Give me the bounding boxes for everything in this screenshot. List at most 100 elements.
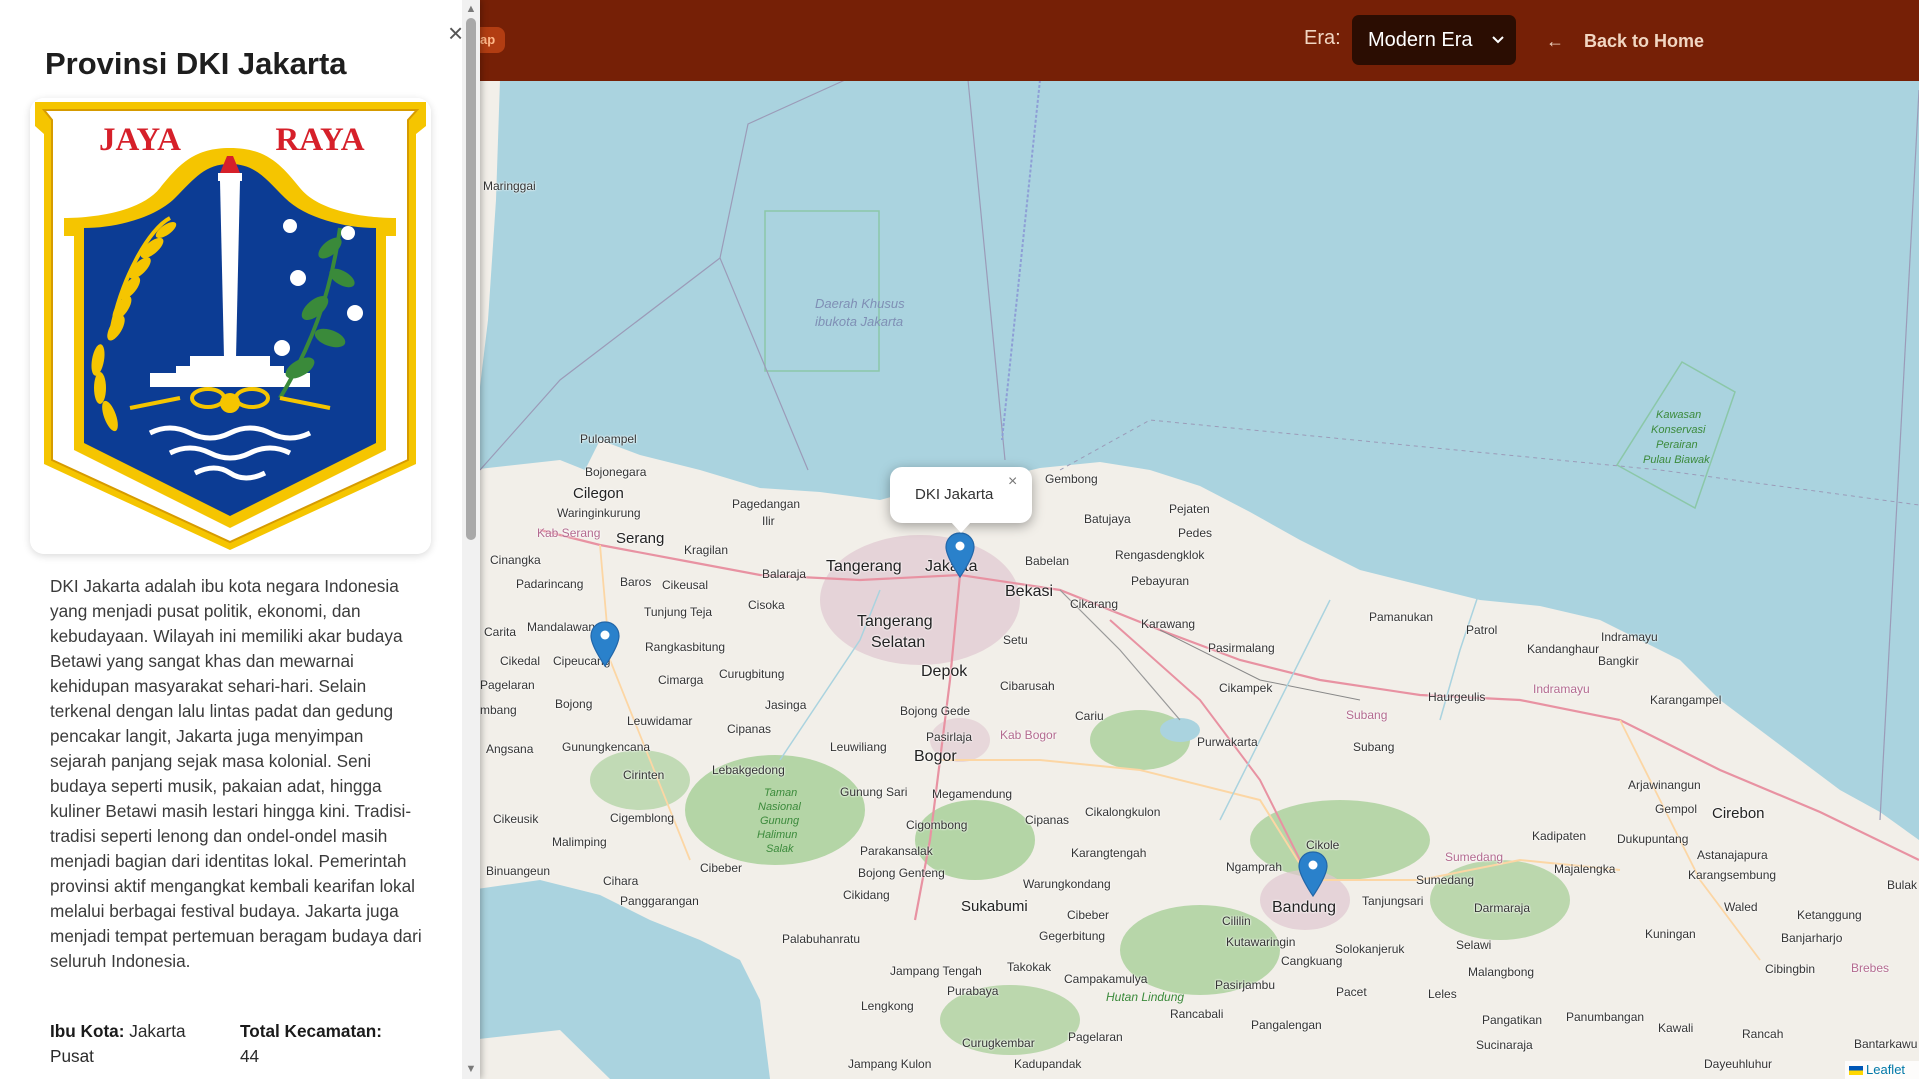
map-label: Lebakgedong	[712, 763, 785, 777]
map-label: Cikedal	[500, 654, 541, 668]
ukraine-flag-icon	[1849, 1066, 1863, 1076]
map-label: Purabaya	[947, 984, 999, 998]
map-label: Ketanggung	[1797, 908, 1862, 922]
map-label: Konservasi	[1651, 424, 1706, 436]
map-label: Solokanjeruk	[1335, 942, 1405, 956]
map-label: Leuwidamar	[627, 714, 693, 728]
map-label: Cikidang	[843, 888, 890, 902]
map-label: Padarincang	[516, 577, 584, 591]
attribution-link[interactable]: Leaflet	[1866, 1062, 1905, 1077]
map-marker[interactable]	[1297, 851, 1329, 897]
map-label: Kutawaringin	[1226, 935, 1296, 949]
map-label: Gunung	[760, 815, 800, 827]
map-label: Setu	[1003, 633, 1028, 647]
map-label: Curugbitung	[719, 667, 785, 681]
map-label: Kadipaten	[1532, 829, 1587, 843]
map-label: Kab Bogor	[1000, 728, 1057, 742]
map-label: Jasinga	[765, 698, 807, 712]
map-label: Depok	[921, 663, 968, 680]
map-label: Patrol	[1466, 623, 1498, 637]
province-title: Provinsi DKI Jakarta	[45, 46, 347, 81]
map-label: Binuangeun	[486, 864, 551, 878]
map-label: Cirebon	[1712, 805, 1765, 822]
map-label: Bandung	[1272, 899, 1337, 916]
map-label: Leles	[1428, 987, 1457, 1001]
map-label: Batujaya	[1084, 512, 1131, 526]
map-label: Takokak	[1007, 960, 1052, 974]
map-label: Ilir	[762, 514, 775, 528]
map-label: Bojong Gede	[900, 704, 971, 718]
scroll-up-arrow-icon[interactable]: ▲	[462, 4, 480, 15]
map-label: Pulau Biawak	[1643, 454, 1710, 466]
map-label: Baros	[620, 575, 652, 589]
map-label: Rengasdengklok	[1115, 548, 1205, 562]
map-label: Gempol	[1655, 802, 1698, 816]
arrow-left-icon: ←	[1546, 31, 1564, 51]
kecamatan-label: Total Kecamatan:	[240, 1021, 382, 1041]
map-label: Cipanas	[1025, 813, 1070, 827]
map-label: Kab Serang	[537, 526, 601, 540]
map-label: Jampang Kulon	[848, 1057, 932, 1071]
back-to-home-button[interactable]: ← Back to Home	[1546, 28, 1704, 54]
map-label: Rancabali	[1170, 1007, 1224, 1021]
map-label: Cikole	[1306, 838, 1340, 852]
map-label: Dukupuntang	[1617, 832, 1689, 846]
map-label: Gunungkencana	[562, 740, 651, 754]
map-label: Cigemblong	[610, 811, 675, 825]
jakarta-emblem-image: JAYA RAYA	[30, 98, 431, 554]
close-icon[interactable]: ×	[448, 20, 463, 46]
map-label: Maringgai	[483, 179, 536, 193]
map-label: Karangsembung	[1688, 868, 1777, 882]
map-label: Curugkembar	[962, 1036, 1035, 1050]
map-label: Cisoka	[748, 598, 785, 612]
panel-scrollbar[interactable]: ▲ ▼	[462, 0, 480, 1079]
map-label: Brebes	[1851, 961, 1890, 975]
map-label: Palabuhanratu	[782, 932, 861, 946]
map-label: Tangerang	[857, 613, 933, 630]
map-label: Pedes	[1178, 526, 1213, 540]
map-marker[interactable]	[589, 621, 621, 667]
map-label: Kawasan	[1656, 409, 1702, 421]
scroll-down-arrow-icon[interactable]: ▼	[462, 1064, 480, 1075]
map-label: Cangkuang	[1281, 954, 1343, 968]
province-emblem-card: JAYA RAYA	[30, 98, 431, 554]
map-label: Cibeber	[700, 861, 743, 875]
map-label: Kandanghaur	[1527, 642, 1600, 656]
map-label: Cililin	[1222, 914, 1251, 928]
province-detail-panel: Provinsi DKI Jakarta × JAYA RAYA DKI Jak…	[0, 0, 480, 1079]
map-marker-jakarta[interactable]	[944, 532, 976, 578]
map-label: Pasirmalang	[1208, 641, 1275, 655]
emblem-motto-right: RAYA	[275, 122, 364, 158]
chevron-down-icon	[1492, 15, 1504, 86]
map-label: Cimarga	[658, 673, 704, 687]
map-label: Selatan	[871, 634, 926, 651]
map-label: Malangbong	[1468, 965, 1535, 979]
map-label: Angsana	[486, 742, 534, 756]
map-label: Pangatikan	[1482, 1013, 1543, 1027]
map-label: Bojong Genteng	[858, 866, 945, 880]
map-attribution[interactable]: Leaflet	[1845, 1061, 1919, 1079]
map-label: Bulak	[1887, 878, 1918, 892]
map-label: Puloampel	[580, 432, 637, 446]
kecamatan-value: 44	[240, 1046, 260, 1066]
era-select[interactable]: Modern Era	[1352, 15, 1516, 65]
map-label: Lengkong	[861, 999, 914, 1013]
map-label: Balaraja	[762, 567, 807, 581]
map-label: Warungkondang	[1023, 877, 1111, 891]
map-label: Bogor	[914, 748, 957, 765]
map-label: Cibingbin	[1765, 962, 1816, 976]
map-label: Tanjungsari	[1362, 894, 1424, 908]
map-label: Campakamulya	[1064, 972, 1148, 986]
map-label: Selawi	[1456, 938, 1492, 952]
map-label: Pagedangan	[732, 497, 801, 511]
scrollbar-thumb[interactable]	[466, 18, 476, 540]
map-label: Bantarkawu	[1854, 1037, 1918, 1051]
map-label: Cariu	[1075, 709, 1104, 723]
map-label: Pebayuran	[1131, 574, 1190, 588]
map-label: Waringinkurung	[557, 506, 641, 520]
popup-close-icon[interactable]: ×	[1008, 473, 1017, 491]
map-label: Cikampek	[1219, 681, 1273, 695]
map-label: Haurgeulis	[1428, 690, 1486, 704]
map-label: Cikalongkulon	[1085, 805, 1161, 819]
map-label: Panumbangan	[1566, 1010, 1645, 1024]
